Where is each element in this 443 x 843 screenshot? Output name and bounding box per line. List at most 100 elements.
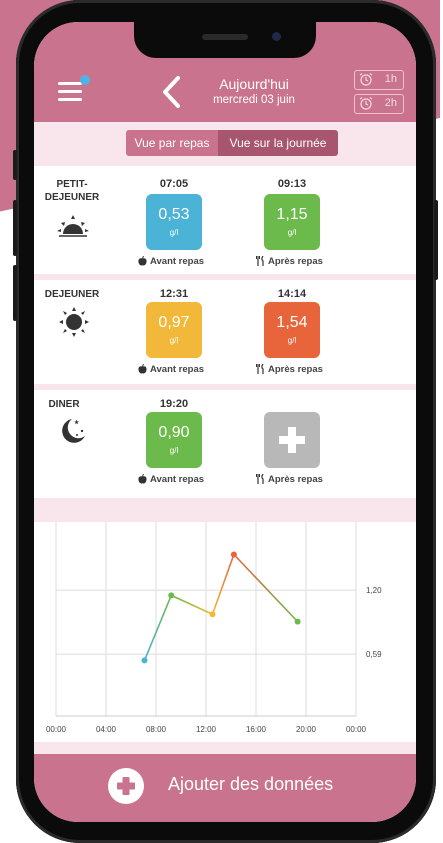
chart-header-strip — [34, 498, 416, 522]
menu-icon — [58, 82, 82, 85]
add-data-bar[interactable]: Ajouter des données — [34, 754, 416, 822]
speaker — [202, 34, 248, 40]
series-line-segment — [233, 553, 299, 623]
caption-text: Après repas — [268, 364, 323, 375]
glucose-tile[interactable]: 0,90 g/l — [146, 412, 202, 468]
alarm-clock-icon — [359, 73, 373, 86]
data-point — [230, 551, 237, 558]
before-meal-caption: Avant repas — [138, 473, 205, 485]
data-point — [141, 657, 148, 664]
plus-icon — [117, 777, 135, 795]
sunrise-icon — [57, 215, 89, 237]
before-meal-caption: Avant repas — [138, 363, 205, 375]
utensils-icon — [256, 363, 264, 374]
page-date: mercredi 03 juin — [213, 94, 295, 106]
data-point — [168, 592, 175, 599]
caption-text: Avant repas — [150, 474, 205, 485]
chart-lines — [143, 553, 299, 661]
glucose-tile[interactable]: 0,53 g/l — [146, 194, 202, 250]
caption-text: Après repas — [268, 474, 323, 485]
glucose-tile[interactable]: 1,54 g/l — [264, 302, 320, 358]
notch — [134, 22, 316, 58]
reading-time: 14:14 — [277, 288, 307, 300]
y-tick-label: 0,59 — [366, 650, 382, 659]
meal-name: PETIT- DEJEUNER — [44, 179, 100, 203]
add-reading-button[interactable] — [264, 412, 320, 468]
glucose-value: 1,54 — [276, 314, 308, 331]
chart-grid — [55, 522, 357, 717]
phone-mute-switch — [13, 150, 17, 180]
notification-dot — [80, 75, 90, 85]
x-tick-label: 08:00 — [146, 725, 167, 734]
plus-icon — [279, 427, 305, 453]
after-meal-caption: Après repas — [256, 473, 323, 485]
glucose-value: 0,90 — [158, 424, 190, 441]
add-data-button[interactable] — [108, 768, 144, 804]
tab-meal-view[interactable]: Vue par repas — [126, 130, 218, 156]
after-meal-caption: Après repas — [256, 255, 323, 267]
data-point — [294, 618, 301, 625]
reading-time: 09:13 — [277, 178, 307, 190]
back-button[interactable] — [160, 74, 184, 110]
caption-text: Après repas — [268, 256, 323, 267]
glucose-tile[interactable]: 0,97 g/l — [146, 302, 202, 358]
camera — [272, 32, 281, 41]
x-tick-label: 20:00 — [296, 725, 317, 734]
sun-icon — [59, 307, 89, 337]
apple-icon — [138, 473, 147, 484]
alarm-2h-button[interactable]: 2h — [354, 94, 404, 114]
menu-button[interactable] — [58, 75, 90, 102]
glucose-chart: 00:00 04:00 08:00 12:00 16:00 20:00 00:00 1,20 0… — [34, 522, 416, 742]
phone-volume-up — [13, 200, 17, 256]
x-tick-label: 00:00 — [346, 725, 367, 734]
meal-row-dinner: DINER 19:20 0,90 g/l Avant repas Après r… — [34, 390, 416, 498]
meal-row-lunch: DEJEUNER 12:31 0,97 g/l Avant repas 14:1… — [34, 280, 416, 384]
glucose-unit: g/l — [287, 228, 297, 237]
glucose-value: 0,97 — [158, 314, 190, 331]
app-screen: Aujourd'hui mercredi 03 juin 1h 2h Vue p… — [34, 22, 416, 822]
glucose-unit: g/l — [169, 446, 179, 455]
utensils-icon — [256, 255, 264, 266]
glucose-tile[interactable]: 1,15 g/l — [264, 194, 320, 250]
menu-icon-bar — [58, 90, 82, 93]
meal-name: DEJEUNER — [44, 289, 100, 300]
alarm-1h-button[interactable]: 1h — [354, 70, 404, 90]
before-meal-caption: Avant repas — [138, 255, 205, 267]
series-line-segment — [211, 554, 235, 615]
meal-name: DINER — [48, 399, 80, 410]
page-title: Aujourd'hui — [219, 76, 289, 92]
series-line-segment — [143, 595, 172, 661]
apple-icon — [138, 363, 147, 374]
alarm-label: 2h — [384, 97, 397, 109]
meal-row-breakfast: PETIT- DEJEUNER 07:05 0,53 g/l Avant rep… — [34, 166, 416, 274]
x-tick-label: 00:00 — [46, 725, 67, 734]
glucose-value: 1,15 — [276, 206, 308, 223]
moon-icon — [62, 419, 85, 443]
add-data-label: Ajouter des données — [168, 774, 334, 794]
glucose-unit: g/l — [287, 336, 297, 345]
caption-text: Avant repas — [150, 256, 205, 267]
x-tick-label: 12:00 — [196, 725, 217, 734]
x-tick-label: 04:00 — [96, 725, 117, 734]
apple-icon — [138, 255, 147, 266]
reading-time: 07:05 — [159, 178, 189, 190]
alarm-clock-icon — [359, 97, 373, 110]
chevron-left-icon — [163, 76, 180, 108]
alarm-label: 1h — [384, 73, 397, 85]
data-point — [209, 611, 216, 618]
phone-volume-down — [13, 265, 17, 321]
chart-points — [141, 551, 301, 664]
chart-bottom-strip — [34, 742, 416, 754]
x-tick-label: 16:00 — [246, 725, 267, 734]
menu-icon-bar — [58, 98, 82, 101]
phone-power-button — [434, 200, 438, 280]
glucose-unit: g/l — [169, 228, 179, 237]
after-meal-caption: Après repas — [256, 363, 323, 375]
glucose-value: 0,53 — [158, 206, 190, 223]
y-tick-label: 1,20 — [366, 586, 382, 595]
caption-text: Avant repas — [150, 364, 205, 375]
glucose-unit: g/l — [169, 336, 179, 345]
reading-time: 19:20 — [159, 398, 189, 410]
tab-day-view[interactable]: Vue sur la journée — [218, 130, 338, 156]
chart-svg: 00:00 04:00 08:00 12:00 16:00 20:00 00:00 1,20 0… — [46, 522, 382, 734]
